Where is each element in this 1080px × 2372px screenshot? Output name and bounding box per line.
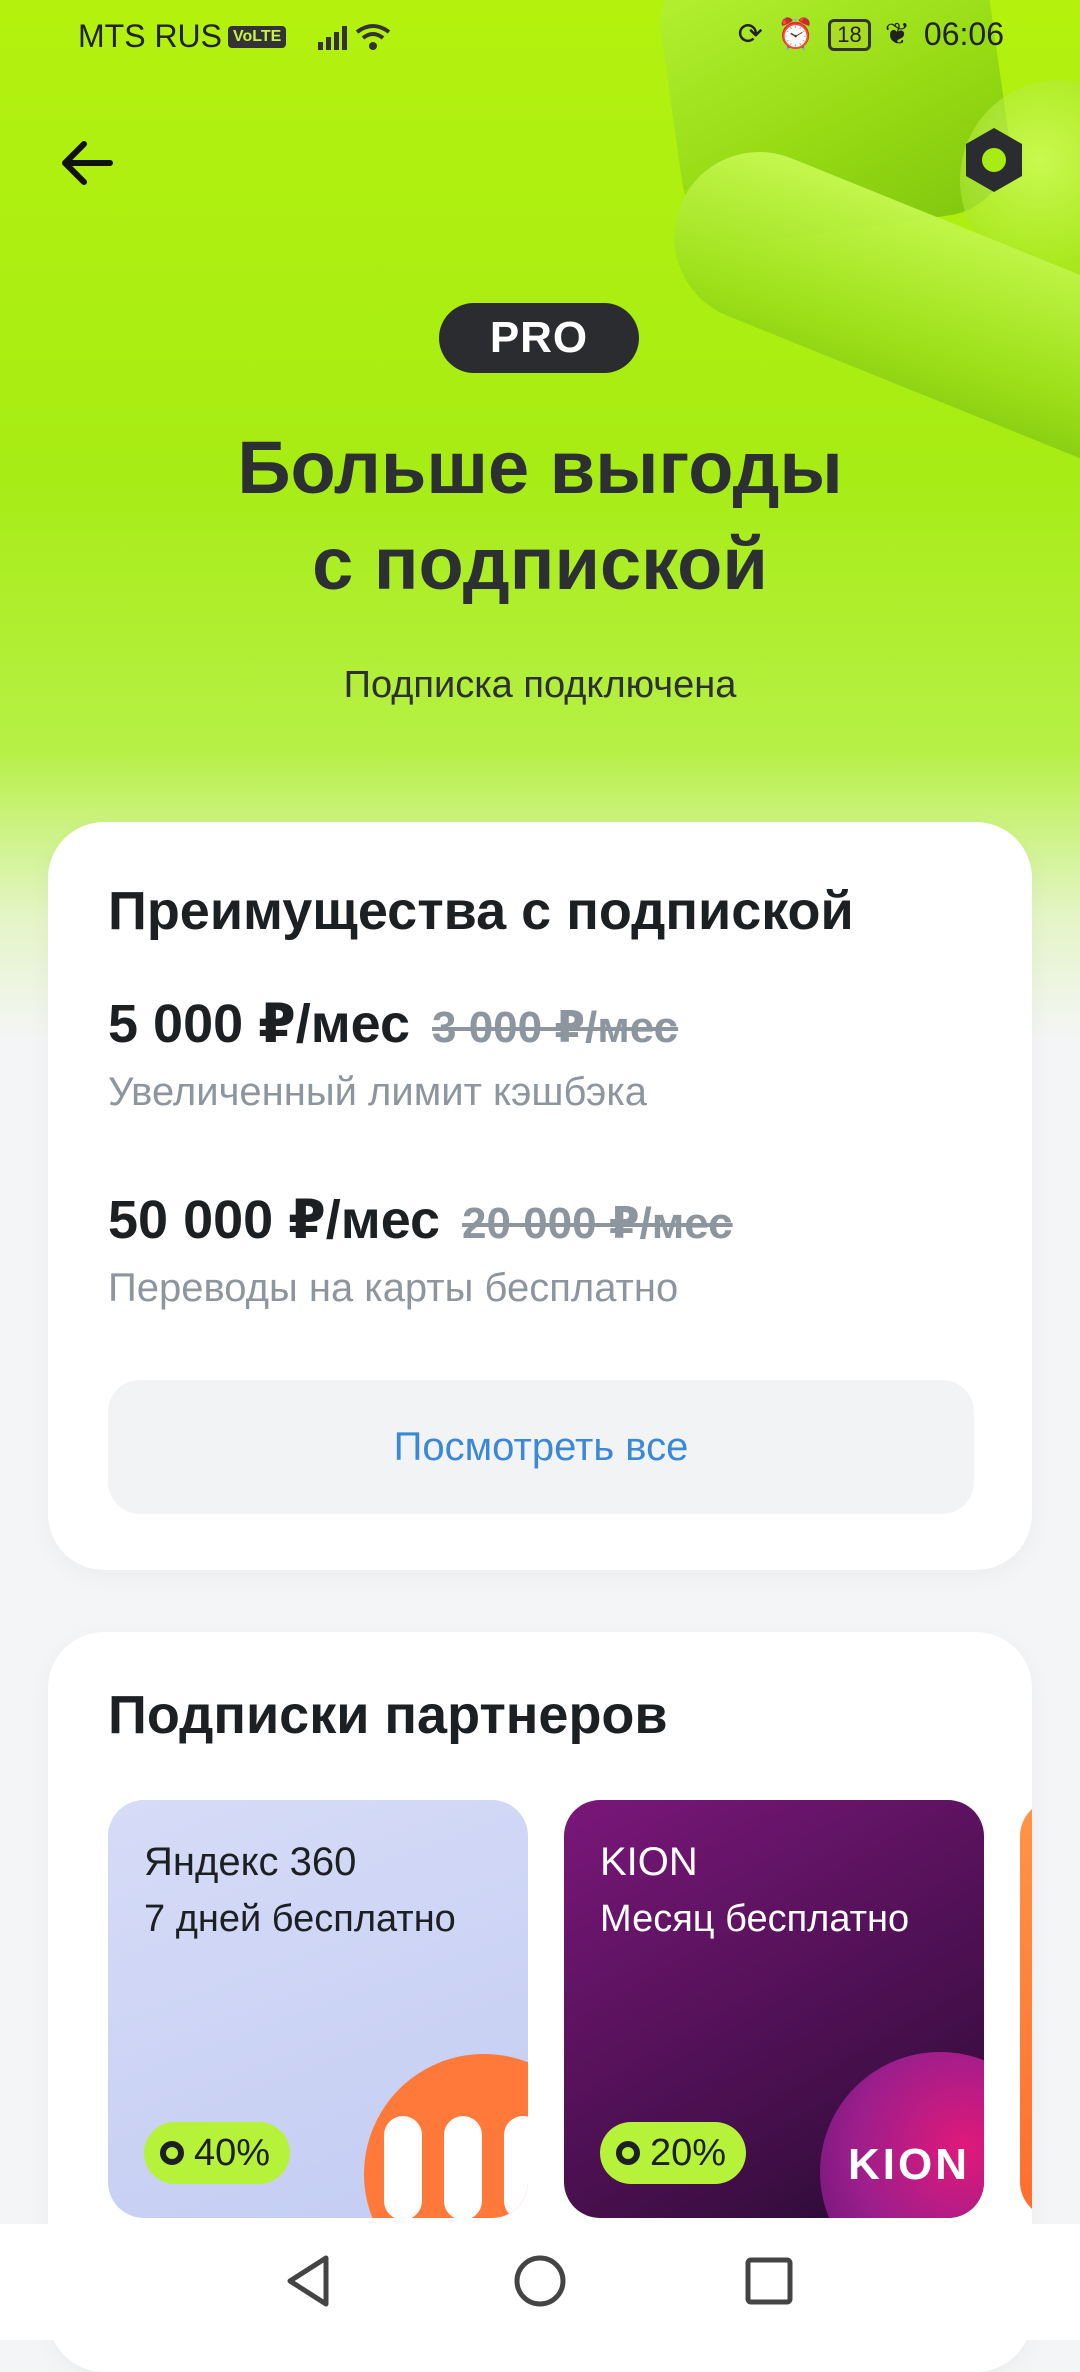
cashback-badge: 40% [144, 2122, 291, 2184]
partners-title: Подписки партнеров [108, 1685, 668, 1745]
benefit-value: 50 000 ₽/мес 20 000 ₽/мес [108, 1188, 733, 1251]
kion-logo-text: KION [848, 2140, 970, 2189]
pro-badge: PRO [439, 303, 639, 373]
nav-recents-button[interactable] [734, 2246, 804, 2316]
benefits-title: Преимущества с подпиской [108, 881, 854, 941]
cashback-badge: 20% [600, 2122, 747, 2184]
benefit-old-value: 3 000 ₽/мес [432, 1003, 679, 1052]
coin-icon [616, 2141, 640, 2165]
subscription-status: Подписка подключена [343, 664, 737, 706]
wifi-icon [356, 23, 391, 50]
see-all-button[interactable]: Посмотреть все [108, 1380, 974, 1514]
hexagon-settings-icon [966, 128, 1022, 192]
leaf-icon: ❦ [884, 18, 910, 51]
status-left: MTS RUS VoLTE [78, 18, 393, 55]
settings-button[interactable] [958, 124, 1030, 196]
cashback-percent: 40% [194, 2131, 271, 2174]
partner-name: KION [600, 1840, 698, 1884]
kion-logo-icon: KION [820, 2052, 984, 2218]
circle-home-icon [514, 2255, 566, 2307]
benefits-card: Преимущества с подпиской 5 000 ₽/мес 3 00… [48, 822, 1032, 1570]
arrow-left-icon [62, 141, 113, 185]
benefit-new-value: 5 000 ₽/мес [108, 994, 411, 1054]
system-nav-bar [0, 2224, 1080, 2340]
nav-home-button[interactable] [505, 2246, 575, 2316]
partner-card-next[interactable] [1020, 1800, 1032, 2218]
data-saver-icon: ⟳ [737, 18, 763, 51]
back-button[interactable] [52, 128, 122, 198]
cashback-percent: 20% [650, 2131, 727, 2174]
clock: 06:06 [923, 16, 1004, 52]
benefit-old-value: 20 000 ₽/мес [462, 1199, 733, 1248]
carrier-name: MTS RUS [78, 18, 222, 54]
alarm-icon: ⏰ [776, 18, 815, 51]
nav-back-button[interactable] [274, 2246, 344, 2316]
benefit-new-value: 50 000 ₽/мес [108, 1190, 441, 1250]
title-line: с подпиской [312, 522, 768, 605]
volte-badge: VoLTE [228, 25, 287, 48]
status-bar: MTS RUS VoLTE ⟳ ⏰ 18 ❦ 06:06 [0, 0, 1080, 76]
partner-card-kion[interactable]: KION Месяц бесплатно KION 20% [564, 1800, 984, 2218]
battery-indicator: 18 [828, 18, 871, 51]
signal-icon [318, 24, 348, 50]
partner-card-yandex360[interactable]: Яндекс 360 7 дней бесплатно 40% [108, 1800, 528, 2218]
coin-icon [160, 2141, 184, 2165]
partner-offer: Месяц бесплатно [600, 1898, 910, 1940]
partner-name: Яндекс 360 [144, 1840, 357, 1884]
status-right: ⟳ ⏰ 18 ❦ 06:06 [738, 16, 1004, 53]
benefit-description: Увеличенный лимит кэшбэка [108, 1070, 647, 1114]
partner-offer: 7 дней бесплатно [144, 1898, 456, 1940]
benefit-description: Переводы на карты бесплатно [108, 1266, 679, 1310]
title-line: Больше выгоды [237, 426, 843, 509]
yandex360-logo-icon [364, 2054, 528, 2218]
square-recents-icon [745, 2257, 793, 2305]
benefit-value: 5 000 ₽/мес 3 000 ₽/мес [108, 992, 678, 1055]
triangle-back-icon [287, 2255, 329, 2307]
page-title: Больше выгоды с подпиской [0, 420, 1080, 612]
